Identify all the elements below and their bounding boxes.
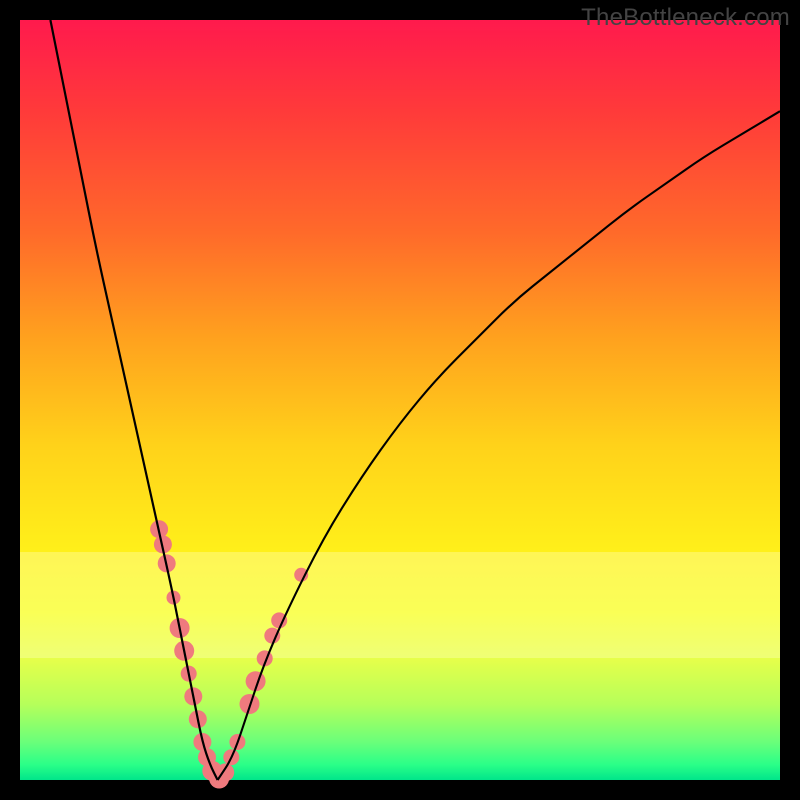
curve-right-branch	[218, 111, 780, 780]
watermark-text: TheBottleneck.com	[581, 4, 790, 32]
marker-group	[150, 520, 308, 788]
curve-svg	[20, 20, 780, 780]
chart-frame: TheBottleneck.com	[0, 0, 800, 800]
plot-area	[20, 20, 780, 780]
curve-left-branch	[50, 20, 217, 780]
